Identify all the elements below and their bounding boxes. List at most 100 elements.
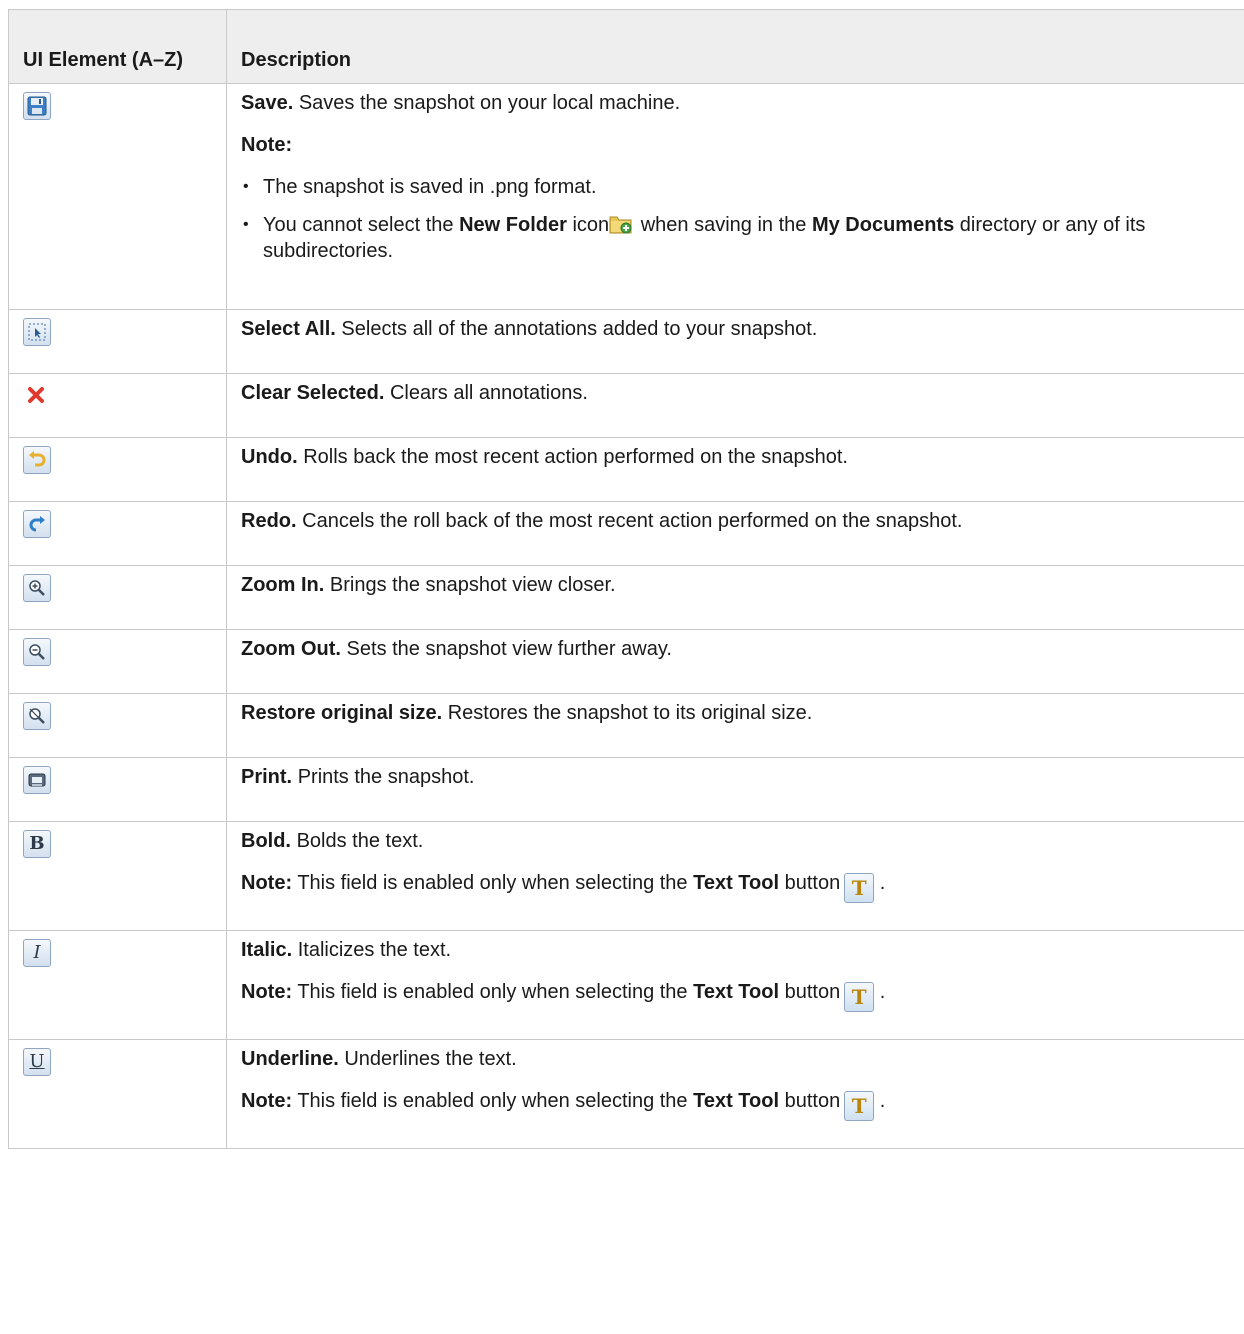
description-cell: Print. Prints the snapshot. — [226, 757, 1244, 822]
bold-icon: B — [23, 830, 51, 858]
text-tool-label: Text Tool — [693, 981, 780, 1003]
select-all-icon — [23, 318, 51, 346]
text-tool-label: Text Tool — [693, 1090, 780, 1112]
element-name: Clear Selected. — [241, 382, 385, 404]
description-cell: Zoom Out. Sets the snapshot view further… — [226, 629, 1244, 694]
column-header-ui-element: UI Element (A–Z) — [8, 9, 227, 84]
text-tool-icon: T — [844, 1091, 875, 1121]
clear-selected-icon — [23, 382, 51, 410]
table-row: Zoom Out. Sets the snapshot view further… — [8, 629, 1244, 694]
note-text: . — [879, 872, 886, 894]
element-name: Undo. — [241, 446, 298, 468]
table-row: Undo. Rolls back the most recent action … — [8, 437, 1244, 502]
icon-cell — [8, 437, 227, 502]
element-name: Italic. — [241, 939, 293, 961]
note-text: . — [879, 1090, 886, 1112]
text-tool-label: Text Tool — [693, 872, 780, 894]
element-name: Restore original size. — [241, 702, 443, 724]
note-text: button — [784, 872, 841, 894]
icon-cell — [8, 373, 227, 438]
table-row: I Italic. Italicizes the text. Note: Thi… — [8, 930, 1244, 1040]
table-row: Redo. Cancels the roll back of the most … — [8, 501, 1244, 566]
italic-icon: I — [23, 939, 51, 967]
description-cell: Bold. Bolds the text. Note: This field i… — [226, 821, 1244, 931]
table-row: Zoom In. Brings the snapshot view closer… — [8, 565, 1244, 630]
description-cell: Italic. Italicizes the text. Note: This … — [226, 930, 1244, 1040]
text-tool-icon: T — [844, 982, 875, 1012]
redo-icon — [23, 510, 51, 538]
bullet-text: You cannot select the — [263, 214, 454, 236]
table-row: Restore original size. Restores the snap… — [8, 693, 1244, 758]
element-description: Cancels the roll back of the most recent… — [302, 510, 963, 532]
zoom-in-icon — [23, 574, 51, 602]
note-text: This field is enabled only when selectin… — [297, 1090, 688, 1112]
element-description: Italicizes the text. — [297, 939, 452, 961]
element-description: Underlines the text. — [344, 1048, 517, 1070]
table-row: B Bold. Bolds the text. Note: This field… — [8, 821, 1244, 931]
description-cell: Select All. Selects all of the annotatio… — [226, 309, 1244, 374]
bullet-text: when saving in the — [640, 214, 807, 236]
icon-cell — [8, 309, 227, 374]
description-cell: Underline. Underlines the text. Note: Th… — [226, 1039, 1244, 1149]
icon-cell: B — [8, 821, 227, 931]
list-item: The snapshot is saved in .png format. — [243, 174, 1230, 200]
description-cell: Zoom In. Brings the snapshot view closer… — [226, 565, 1244, 630]
note-text: This field is enabled only when selectin… — [297, 981, 688, 1003]
table-row: Print. Prints the snapshot. — [8, 757, 1244, 822]
element-description: Prints the snapshot. — [297, 766, 475, 788]
element-description: Restores the snapshot to its original si… — [447, 702, 813, 724]
element-description: Brings the snapshot view closer. — [329, 574, 616, 596]
element-name: Underline. — [241, 1048, 339, 1070]
description-cell: Clear Selected. Clears all annotations. — [226, 373, 1244, 438]
table-row: U Underline. Underlines the text. Note: … — [8, 1039, 1244, 1149]
element-name: Bold. — [241, 830, 291, 852]
table-row: Save. Saves the snapshot on your local m… — [8, 83, 1244, 310]
element-name: Zoom In. — [241, 574, 325, 596]
icon-cell — [8, 501, 227, 566]
element-description: Clears all annotations. — [389, 382, 588, 404]
underline-icon: U — [23, 1048, 51, 1076]
icon-cell — [8, 83, 227, 310]
note-text: This field is enabled only when selectin… — [297, 872, 688, 894]
note-text: button — [784, 1090, 841, 1112]
table-row: Select All. Selects all of the annotatio… — [8, 309, 1244, 374]
description-cell: Save. Saves the snapshot on your local m… — [226, 83, 1244, 310]
note-label: Note: — [241, 981, 293, 1003]
note-label: Note: — [241, 872, 293, 894]
bullet-text: The snapshot is saved in .png format. — [263, 176, 597, 198]
text-tool-icon: T — [844, 873, 875, 903]
description-cell: Restore original size. Restores the snap… — [226, 693, 1244, 758]
column-header-description: Description — [226, 9, 1244, 84]
element-name: Select All. — [241, 318, 336, 340]
list-item: You cannot select the New Folder icon wh… — [243, 212, 1230, 264]
icon-cell — [8, 565, 227, 630]
element-name: Redo. — [241, 510, 297, 532]
note-label: Note: — [241, 134, 293, 156]
element-description: Selects all of the annotations added to … — [341, 318, 818, 340]
icon-cell — [8, 629, 227, 694]
table-row: Clear Selected. Clears all annotations. — [8, 373, 1244, 438]
element-name: Zoom Out. — [241, 638, 341, 660]
print-icon — [23, 766, 51, 794]
restore-size-icon — [23, 702, 51, 730]
icon-cell — [8, 757, 227, 822]
new-folder-icon — [609, 213, 635, 237]
description-cell: Undo. Rolls back the most recent action … — [226, 437, 1244, 502]
element-name: Save. — [241, 92, 294, 114]
description-cell: Redo. Cancels the roll back of the most … — [226, 501, 1244, 566]
icon-cell: I — [8, 930, 227, 1040]
table-header-row: UI Element (A–Z) Description — [8, 9, 1244, 84]
note-text: button — [784, 981, 841, 1003]
save-icon — [23, 92, 51, 120]
icon-cell — [8, 693, 227, 758]
undo-icon — [23, 446, 51, 474]
element-description: Rolls back the most recent action perfor… — [303, 446, 848, 468]
note-text: . — [879, 981, 886, 1003]
my-documents-label: My Documents — [811, 214, 955, 236]
icon-cell: U — [8, 1039, 227, 1149]
element-name: Print. — [241, 766, 293, 788]
element-description: Bolds the text. — [296, 830, 424, 852]
note-list: The snapshot is saved in .png format. Yo… — [241, 174, 1230, 264]
element-description: Saves the snapshot on your local machine… — [298, 92, 681, 114]
ui-elements-table: UI Element (A–Z) Description Save. Saves… — [8, 9, 1244, 1149]
